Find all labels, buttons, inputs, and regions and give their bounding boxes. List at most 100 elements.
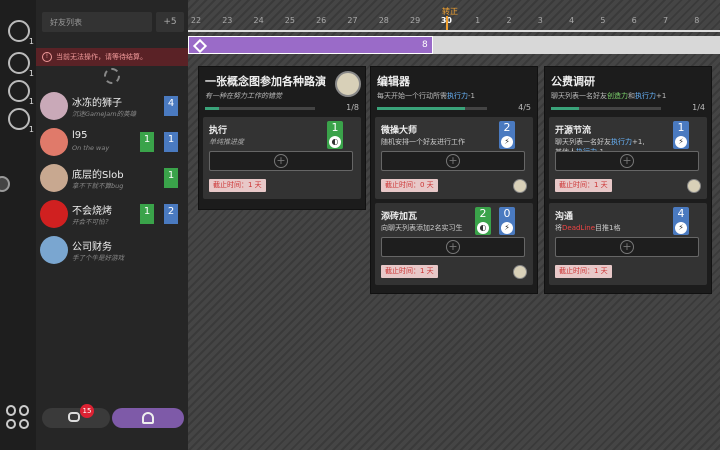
add-friend-button[interactable]: +5 <box>156 12 184 32</box>
palette-icon: ◐ <box>329 136 341 148</box>
owner-avatar <box>687 179 701 193</box>
project-card[interactable]: 编辑器 每天开始一个行动所需执行力-1 4/5 微操大师 随机安排一个好友进行工作 + 截止… <box>370 66 538 294</box>
task-name: 开源节流 <box>555 126 592 136</box>
friends-icon[interactable]: 1 <box>8 20 34 46</box>
clock-icon[interactable]: 1 <box>8 108 34 134</box>
avatar <box>40 128 68 156</box>
friend-status: 沉迷GameJam的英雄 <box>72 110 137 118</box>
apps-grid-icon[interactable] <box>6 405 30 429</box>
progress-value: 8 <box>421 40 428 50</box>
friend-row[interactable]: 不会烧烤 开会不可怕？ 1 2 <box>36 198 188 232</box>
progress-track: 8 <box>188 36 720 54</box>
friends-count: 1 <box>28 37 34 46</box>
friend-name: 冰冻的狮子 <box>72 98 122 109</box>
timeline-board: 转正 22232425262728293012345678 8 一张概念图参加各… <box>188 0 720 450</box>
day-label: 3 <box>537 16 543 25</box>
chat-icon <box>68 412 80 422</box>
card-header: 公费调研 聊天列表一名好友创造力和执行力+1 1/4 <box>545 67 711 113</box>
task-card[interactable]: 执行 单纯推进度 + 截止时间：1 天 1 ◐ <box>203 117 361 199</box>
task-desc: 单纯推进度 <box>209 137 244 147</box>
card-subtitle: 聊天列表一名好友创造力和执行力+1 <box>551 91 705 101</box>
progress-count: 1/8 <box>346 103 359 112</box>
task-card[interactable]: 微操大师 随机安排一个好友进行工作 + 截止时间：0 天 2 ⚡ <box>375 117 533 199</box>
deadline-term: DeadLine <box>562 224 596 232</box>
task-desc: 随机安排一个好友进行工作 <box>381 137 465 147</box>
requirement-value: 1 <box>331 121 339 134</box>
card-subtitle: 有一种在努力工作的错觉 <box>205 91 359 101</box>
task-card[interactable]: 添砖加瓦 向聊天列表添加2名实习生 + 截止时间：1 天 2 ◐ 0 ⚡ <box>375 203 533 285</box>
day-label: 24 <box>253 16 264 25</box>
assign-slot[interactable]: + <box>381 237 525 257</box>
requirement-value: 2 <box>503 121 511 134</box>
subtitle-text: 有一种在努力工作的错觉 <box>205 92 282 100</box>
task-card[interactable]: 开源节流聊天列表一名好友执行力+1,其他人执行力-1+截止时间：1 天1⚡ <box>549 117 707 199</box>
profile-count: 1 <box>28 97 34 106</box>
assign-slot[interactable]: + <box>555 237 699 257</box>
deadline-tag: 截止时间：1 天 <box>555 265 612 278</box>
owner-avatar <box>513 265 527 279</box>
friend-name: l95 <box>72 130 88 141</box>
card-subtitle: 每天开始一个行动所需执行力-1 <box>377 91 531 101</box>
avatar <box>40 164 68 192</box>
progress-count: 4/5 <box>518 103 531 112</box>
blue-requirement: 4 ⚡ <box>673 207 689 235</box>
alert-icon: ! <box>42 52 52 62</box>
day-label: 2 <box>506 16 512 25</box>
ruler-line <box>188 30 720 32</box>
requirement-value: 2 <box>479 207 487 220</box>
card-progress: 1/4 <box>551 103 705 113</box>
add-icon: + <box>620 240 634 254</box>
assign-slot[interactable]: + <box>381 151 525 171</box>
subtitle-text: -1 <box>468 92 475 100</box>
project-progress-bar[interactable]: 8 <box>188 36 433 54</box>
task-name: 执行 <box>209 126 228 136</box>
bolt-icon: ⚡ <box>675 222 687 234</box>
day-label: 23 <box>222 16 233 25</box>
green-requirement: 2 ◐ <box>475 207 491 235</box>
day-label: 29 <box>410 16 421 25</box>
add-icon: + <box>446 240 460 254</box>
friend-search-input[interactable]: 好友列表 <box>42 12 152 32</box>
add-icon: + <box>274 154 288 168</box>
progress-fill <box>551 107 579 110</box>
blue-stat-badge: 2 <box>164 204 178 224</box>
assign-slot[interactable]: + <box>555 151 699 171</box>
blue-stat-badge: 1 <box>164 132 178 152</box>
task-card[interactable]: 沟通 将DeadLine目推1格 + 截止时间：1 天 4 ⚡ <box>549 203 707 285</box>
project-card[interactable]: 一张概念图参加各种路演 有一种在努力工作的错觉 1/8 执行 单纯推进度 + 截止时间：1 … <box>198 66 366 210</box>
avatar <box>40 92 68 120</box>
friend-panel: 好友列表 +5 ! 当前无法操作，请等待结算。 冰冻的狮子 沉迷GameJam的英… <box>36 0 188 450</box>
friend-row[interactable]: 底层的Slob 拿不下就不算bug 1 <box>36 162 188 196</box>
progress-fill <box>377 107 465 110</box>
task-name: 沟通 <box>555 212 574 222</box>
day-label: 8 <box>694 16 700 25</box>
desc-text: 向聊天列表添加2名实习生 <box>381 224 463 232</box>
friend-row[interactable]: l95 On the way 1 1 <box>36 126 188 160</box>
assign-slot[interactable]: + <box>209 151 353 171</box>
tab-groups[interactable] <box>112 408 184 428</box>
tab-chat[interactable]: 15 <box>42 404 110 428</box>
profile-icon[interactable]: 1 <box>8 80 34 106</box>
friend-row[interactable]: 冰冻的狮子 沉迷GameJam的英雄 4 <box>36 90 188 124</box>
warning-text: 当前无法操作，请等待结算。 <box>56 53 147 61</box>
blue-requirement: 2 ⚡ <box>499 121 515 149</box>
friend-row[interactable]: 公司财务 手了个牛是好游戏 <box>36 234 188 268</box>
message-icon[interactable]: 1 <box>8 52 34 78</box>
day-label: 5 <box>600 16 606 25</box>
today-marker <box>446 16 449 30</box>
collapse-handle-icon[interactable] <box>0 176 10 192</box>
day-label: 27 <box>347 16 358 25</box>
card-progress: 1/8 <box>205 103 359 113</box>
day-label: 28 <box>378 16 389 25</box>
clock-count: 1 <box>28 125 34 134</box>
execution-term: 执行力 <box>447 92 468 100</box>
deadline-tag: 截止时间：1 天 <box>209 179 266 192</box>
card-header: 编辑器 每天开始一个行动所需执行力-1 4/5 <box>371 67 537 113</box>
day-ruler: 22232425262728293012345678 <box>188 16 720 30</box>
day-label: 22 <box>190 16 202 25</box>
avatar <box>40 236 68 264</box>
bottom-tabs: 15 <box>42 404 184 428</box>
project-card[interactable]: 公费调研 聊天列表一名好友创造力和执行力+1 1/4 开源节流 聊天列表一名好友执行力+… <box>544 66 712 294</box>
friend-name: 底层的Slob <box>72 170 124 181</box>
requirement-value: 1 <box>677 121 685 134</box>
